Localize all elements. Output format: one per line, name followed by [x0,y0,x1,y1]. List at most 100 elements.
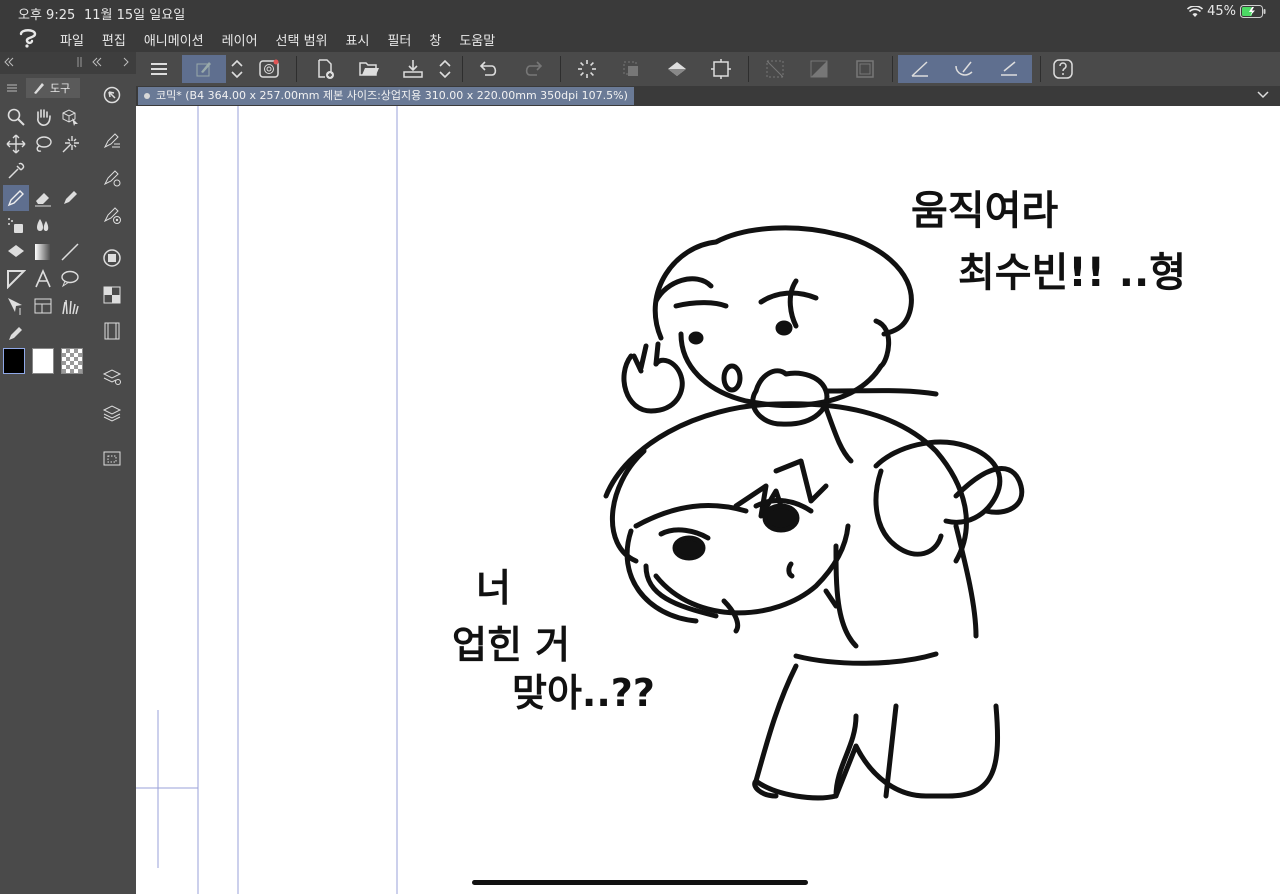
move-tool[interactable] [3,131,29,157]
battery-percent: 45% [1207,4,1236,19]
brush-settings-button[interactable] [182,55,226,83]
tool-panel: 도구 [0,52,89,894]
up-down-button[interactable] [226,55,248,83]
sub-color-swatch[interactable] [32,348,54,374]
status-right: 45% [1187,4,1266,19]
save-options-button[interactable] [434,55,456,83]
menu-window[interactable]: 창 [429,30,441,49]
border-button[interactable] [850,55,880,83]
blend-tool[interactable] [30,212,56,238]
app-logo-icon[interactable] [16,26,40,50]
pen-correct-icon [9,327,22,340]
line-snap-button[interactable] [986,55,1032,83]
pen-tool[interactable] [3,185,29,211]
redo-button[interactable] [518,55,548,83]
chevron-right-icon[interactable] [122,57,130,67]
curve-snap-button[interactable] [942,55,986,83]
layer-property-button[interactable] [99,364,125,390]
layers-button[interactable] [99,400,125,426]
airbrush-icon [8,218,23,233]
panel-ruler-icon [34,298,52,314]
tool-property-button[interactable] [99,165,125,191]
operation-tool[interactable] [3,293,29,319]
up-down-icon [439,59,451,79]
correction-tool[interactable] [3,320,29,346]
balloon-tool[interactable] [57,266,83,292]
ruler-snap-button[interactable] [898,55,942,83]
gradient-icon [35,244,51,260]
reference-button[interactable] [804,55,834,83]
tool-panel-header [0,52,88,74]
decoration-tool[interactable] [57,293,83,319]
zoom-tool[interactable] [3,104,29,130]
color-set-button[interactable] [99,282,125,308]
clear-selection-button[interactable] [616,55,646,83]
menu-button[interactable] [144,55,174,83]
panel-grip-icon[interactable] [76,57,84,67]
text-tool[interactable] [30,266,56,292]
guide-lines [136,106,398,894]
main-color-swatch[interactable] [3,348,25,374]
airbrush-tool[interactable] [3,212,29,238]
document-tab[interactable]: 코믹* (B4 364.00 x 257.00mm 제본 사이즈:상업지용 31… [138,87,634,105]
navigator-button[interactable] [99,82,125,108]
brush-size-button[interactable] [99,202,125,228]
frame-tool[interactable] [3,266,29,292]
eraser-tool[interactable] [30,185,56,211]
magic-wand-tool[interactable] [57,131,83,157]
gradient-tool[interactable] [30,239,56,265]
up-down-icon [231,59,243,79]
transparent-color-swatch[interactable] [61,348,83,374]
menu-filter[interactable]: 필터 [387,30,411,49]
pen-icon [7,190,24,207]
unsaved-dot-icon [144,93,150,99]
layers-icon [102,405,122,422]
ruler-tool[interactable] [30,293,56,319]
help-button[interactable] [1048,55,1078,83]
chevron-down-icon[interactable] [1256,88,1270,102]
home-indicator[interactable] [472,880,808,885]
companion-button[interactable] [254,55,284,83]
menu-help[interactable]: 도움말 [459,30,495,49]
frame-icon [7,270,26,289]
list-icon[interactable] [6,82,18,94]
color-wheel-button[interactable] [99,245,125,271]
fill-tool[interactable] [3,239,29,265]
menu-edit[interactable]: 편집 [102,30,126,49]
undo-button[interactable] [474,55,504,83]
fill-icon [668,62,686,76]
open-file-button[interactable] [354,55,384,83]
marker-tool[interactable] [57,185,83,211]
object-tool[interactable] [57,104,83,130]
collapse-left-icon[interactable] [92,57,102,67]
loading-button[interactable] [572,55,602,83]
new-file-button[interactable] [310,55,340,83]
menu-layer[interactable]: 레이어 [222,30,258,49]
collapse-left-icon[interactable] [4,57,14,67]
menu-selection[interactable]: 선택 범위 [276,30,328,49]
companion-icon [259,59,279,78]
menu-file[interactable]: 파일 [60,30,84,49]
animation-button[interactable] [99,318,125,344]
transform-button[interactable] [706,55,736,83]
save-button[interactable] [398,55,428,83]
speech-top-right-line2: 최수빈!! ..형 [958,250,1186,296]
move-icon [6,134,26,154]
brush-settings-icon [196,62,211,77]
drawing-canvas[interactable]: 움직여라 최수빈!! ..형 너 업힌 거 맞아..?? [136,106,1280,894]
tool-tab[interactable]: 도구 [26,78,80,98]
menu-animation[interactable]: 애니메이션 [144,30,204,49]
material-folder-icon [103,451,121,466]
menu-view[interactable]: 표시 [346,30,370,49]
eyedropper-tool[interactable] [3,158,29,184]
hide-outside-button[interactable] [760,55,790,83]
material-button[interactable] [99,445,125,471]
status-time: 오후 9:25 [18,8,76,23]
fill-button[interactable] [662,55,692,83]
line-tool[interactable] [57,239,83,265]
menu-icon [151,63,167,75]
sub-tool-button[interactable] [99,128,125,154]
blend-icon [37,219,49,231]
hand-tool[interactable] [30,104,56,130]
lasso-tool[interactable] [30,131,56,157]
